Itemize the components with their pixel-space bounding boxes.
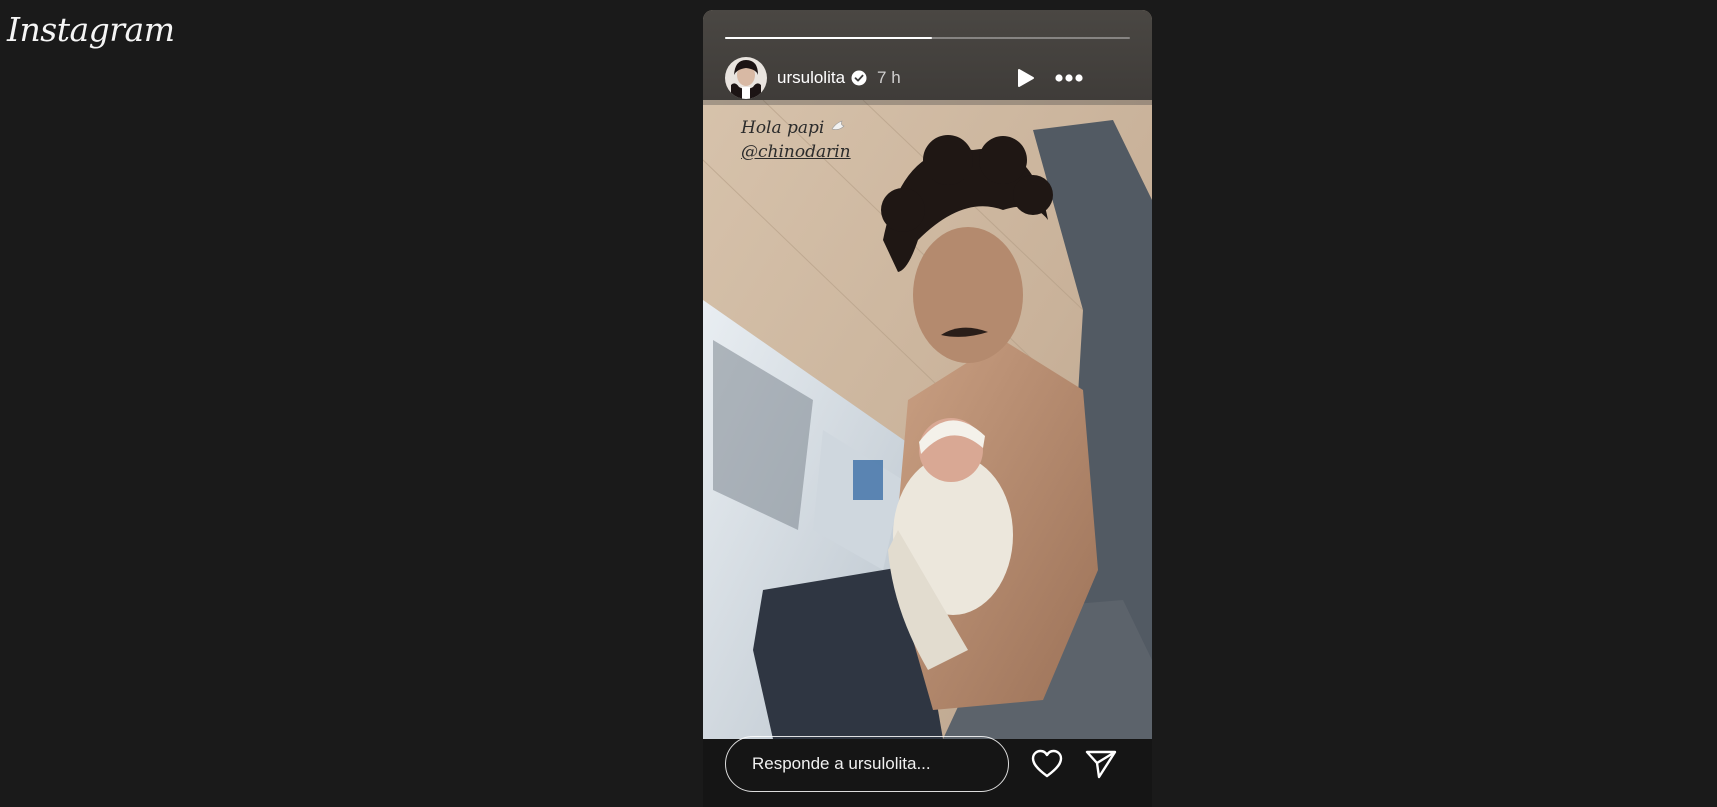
like-button[interactable] <box>1029 746 1065 782</box>
more-options-button[interactable] <box>1053 62 1085 94</box>
play-button[interactable] <box>1009 62 1041 94</box>
avatar[interactable] <box>725 57 767 99</box>
verified-badge-icon <box>851 70 867 86</box>
reply-input[interactable] <box>725 736 1009 792</box>
play-icon <box>1018 69 1034 87</box>
heart-icon <box>1031 749 1063 778</box>
instagram-logo[interactable]: Instagram <box>7 10 175 49</box>
story-username[interactable]: ursulolita <box>777 68 845 88</box>
caption-mention[interactable]: @chinodarin <box>741 140 851 164</box>
story-viewer: ursulolita 7 h Hola papi @chinodarin Res… <box>703 10 1152 807</box>
story-progress-bar <box>725 37 1130 39</box>
dove-emoji <box>830 118 846 138</box>
story-progress-fill <box>725 37 932 39</box>
story-header: ursulolita 7 h <box>725 56 1130 100</box>
send-icon <box>1085 750 1117 779</box>
more-options-icon <box>1055 74 1083 82</box>
story-footer <box>703 736 1152 807</box>
share-button[interactable] <box>1083 746 1119 782</box>
story-timestamp: 7 h <box>877 68 901 87</box>
caption-text: Hola papi <box>741 118 825 138</box>
story-caption: Hola papi @chinodarin <box>741 116 851 164</box>
